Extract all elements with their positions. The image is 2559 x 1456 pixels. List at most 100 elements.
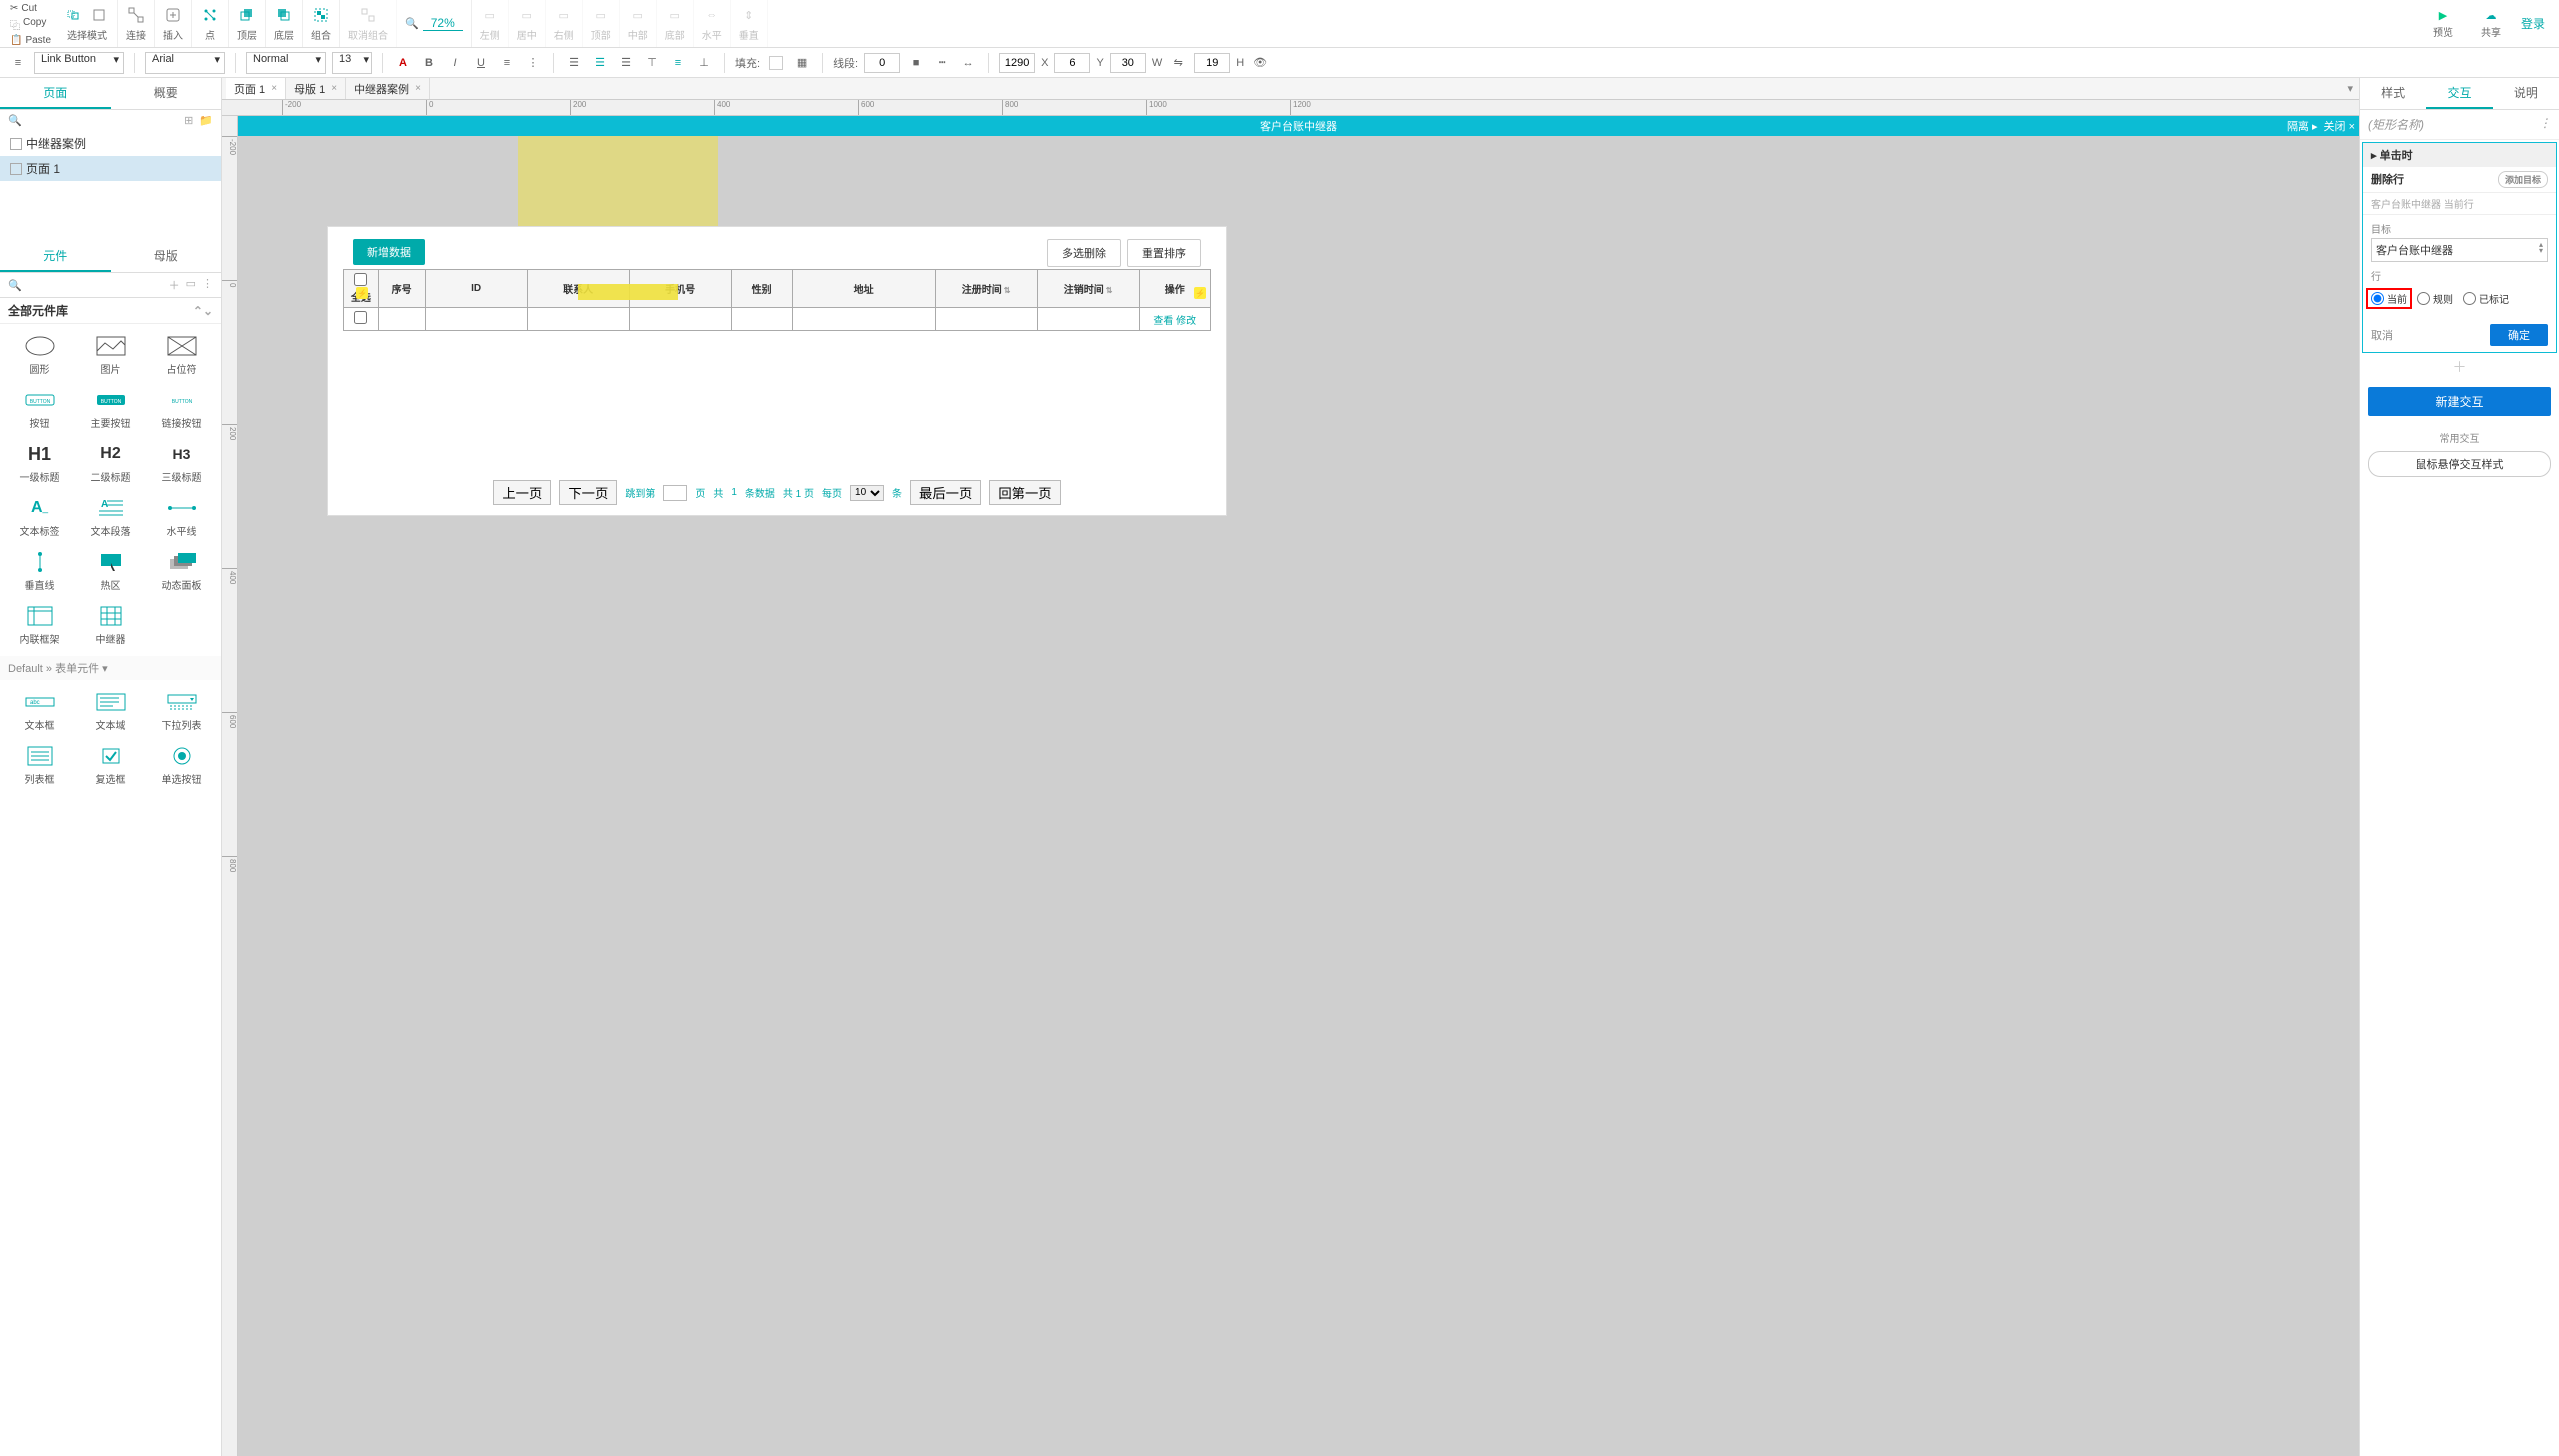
widget-image[interactable]: 图片 [77,330,144,380]
jump-page-input[interactable] [663,485,687,501]
widget-button[interactable]: BUTTON按钮 [6,384,73,434]
bullets-icon[interactable]: ≡ [497,53,517,73]
target-select[interactable]: 客户台账中继器▴▾ [2371,238,2548,262]
add-action-button[interactable]: ＋ [2360,355,2559,379]
new-data-button[interactable]: 新增数据 [353,239,425,265]
login-link[interactable]: 登录 [2521,15,2545,32]
pages-tab[interactable]: 页面 [0,78,111,109]
font-select[interactable]: Arial▾ [145,52,225,74]
underline-icon[interactable]: U [471,53,491,73]
y-input[interactable] [1054,53,1090,73]
fill-pattern-icon[interactable]: ▦ [792,53,812,73]
widget-iframe[interactable]: 内联框架 [6,600,73,650]
insert-group[interactable]: 插入 [155,0,192,47]
widget-repeater[interactable]: 中继器 [77,600,144,650]
more-icon[interactable]: ⋮ [202,277,213,293]
cancel-button[interactable]: 取消 [2371,327,2393,343]
line-color-icon[interactable]: ■ [906,53,926,73]
outline-tab[interactable]: 概要 [111,78,222,109]
doc-tab[interactable]: 中继器案例× [346,78,430,99]
per-page-select[interactable]: 10 [850,485,884,501]
visibility-icon[interactable]: 👁 [1250,53,1270,73]
add-widget-icon[interactable]: ＋ [169,277,180,293]
widget-h1[interactable]: H1一级标题 [6,438,73,488]
modify-link[interactable]: 修改 [1176,316,1196,327]
widget-style-select[interactable]: Link Button▾ [34,52,124,74]
tabs-menu-icon[interactable]: ▾ [2341,82,2359,95]
w-input[interactable] [1110,53,1146,73]
close-icon[interactable]: × [415,83,421,94]
widget-placeholder[interactable]: 占位符 [148,330,215,380]
interaction-tab[interactable]: 交互 [2426,78,2492,109]
page-item[interactable]: 中继器案例 [0,131,221,156]
copy-button[interactable]: ⿻ Copy [6,16,55,33]
folder-icon[interactable]: ▭ [186,277,196,293]
connect-group[interactable]: 连接 [118,0,155,47]
valign-bot-icon[interactable]: ⊥ [694,53,714,73]
widget-checkbox[interactable]: 复选框 [77,740,144,790]
italic-icon[interactable]: I [445,53,465,73]
prev-page-button[interactable]: 上一页 [493,480,551,505]
widget-ellipse[interactable]: 圆形 [6,330,73,380]
onclick-event[interactable]: ▸ 单击时 [2363,143,2556,167]
fill-color-icon[interactable] [766,53,786,73]
widget-link-button[interactable]: BUTTON链接按钮 [148,384,215,434]
row-checkbox[interactable] [354,311,367,324]
page-item[interactable]: 页面 1 [0,156,221,181]
zoom-input[interactable] [423,16,463,31]
first-page-button[interactable]: 回第一页 [989,480,1060,505]
reset-sort-button[interactable]: 重置排序 [1127,239,1201,267]
h-input[interactable] [1194,53,1230,73]
line-arrow-icon[interactable]: ↔ [958,53,978,73]
share-button[interactable]: ☁ 共享 [2473,7,2509,41]
more-text-icon[interactable]: ⋮ [523,53,543,73]
action-row[interactable]: 删除行 添加目标 [2363,167,2556,193]
row-marked-radio[interactable]: 已标记 [2463,291,2509,306]
widget-h3[interactable]: H3三级标题 [148,438,215,488]
zoom-group[interactable]: 🔍 [397,0,472,47]
widget-vline[interactable]: 垂直线 [6,546,73,596]
notes-tab[interactable]: 说明 [2493,78,2559,109]
widget-radio[interactable]: 单选按钮 [148,740,215,790]
point-group[interactable]: 点 [192,0,229,47]
add-folder-icon[interactable]: 📁 [199,114,213,127]
x-input[interactable] [999,53,1035,73]
isolate-button[interactable]: 隔离 ▸ [2287,118,2318,134]
widget-label[interactable]: A_文本标签 [6,492,73,542]
add-page-icon[interactable]: ⊞ [184,114,193,127]
valign-top-icon[interactable]: ⊤ [642,53,662,73]
last-page-button[interactable]: 最后一页 [910,480,981,505]
search-icon[interactable]: 🔍 [8,279,22,292]
align-center-icon[interactable]: ☰ [590,53,610,73]
row-rule-radio[interactable]: 规则 [2417,291,2453,306]
align-left-icon[interactable]: ☰ [564,53,584,73]
font-color-icon[interactable]: A [393,53,413,73]
shape-name-field[interactable]: (矩形名称)⋮ [2360,110,2559,140]
group-button-group[interactable]: 组合 [303,0,340,47]
masters-tab[interactable]: 母版 [111,241,222,272]
close-button[interactable]: 关闭 × [2324,118,2355,134]
sort-icon[interactable]: ⇅ [1004,286,1011,295]
cut-button[interactable]: ✂ Cut [6,2,55,15]
layer-bottom-group[interactable]: 底层 [266,0,303,47]
library-header[interactable]: 全部元件库⌃⌄ [0,298,221,324]
layer-top-group[interactable]: 顶层 [229,0,266,47]
preview-button[interactable]: ▶ 预览 [2425,7,2461,41]
align-right-icon[interactable]: ☰ [616,53,636,73]
sort-icon[interactable]: ⇅ [1106,286,1113,295]
next-page-button[interactable]: 下一页 [559,480,617,505]
select-mode-group[interactable]: 选择模式 [57,0,118,47]
new-interaction-button[interactable]: 新建交互 [2368,387,2551,416]
confirm-button[interactable]: 确定 [2490,324,2548,346]
widget-h2[interactable]: H2二级标题 [77,438,144,488]
paste-button[interactable]: 📋 Paste [6,34,55,47]
widget-paragraph[interactable]: A文本段落 [77,492,144,542]
widget-hline[interactable]: 水平线 [148,492,215,542]
form-category[interactable]: Default » 表单元件 ▾ [0,656,221,680]
doc-tab[interactable]: 母版 1× [286,78,346,99]
widget-listbox[interactable]: 列表框 [6,740,73,790]
widgets-tab[interactable]: 元件 [0,241,111,272]
doc-tab[interactable]: 页面 1× [226,78,286,99]
widget-textfield[interactable]: abc文本框 [6,686,73,736]
widget-primary-button[interactable]: BUTTON主要按钮 [77,384,144,434]
